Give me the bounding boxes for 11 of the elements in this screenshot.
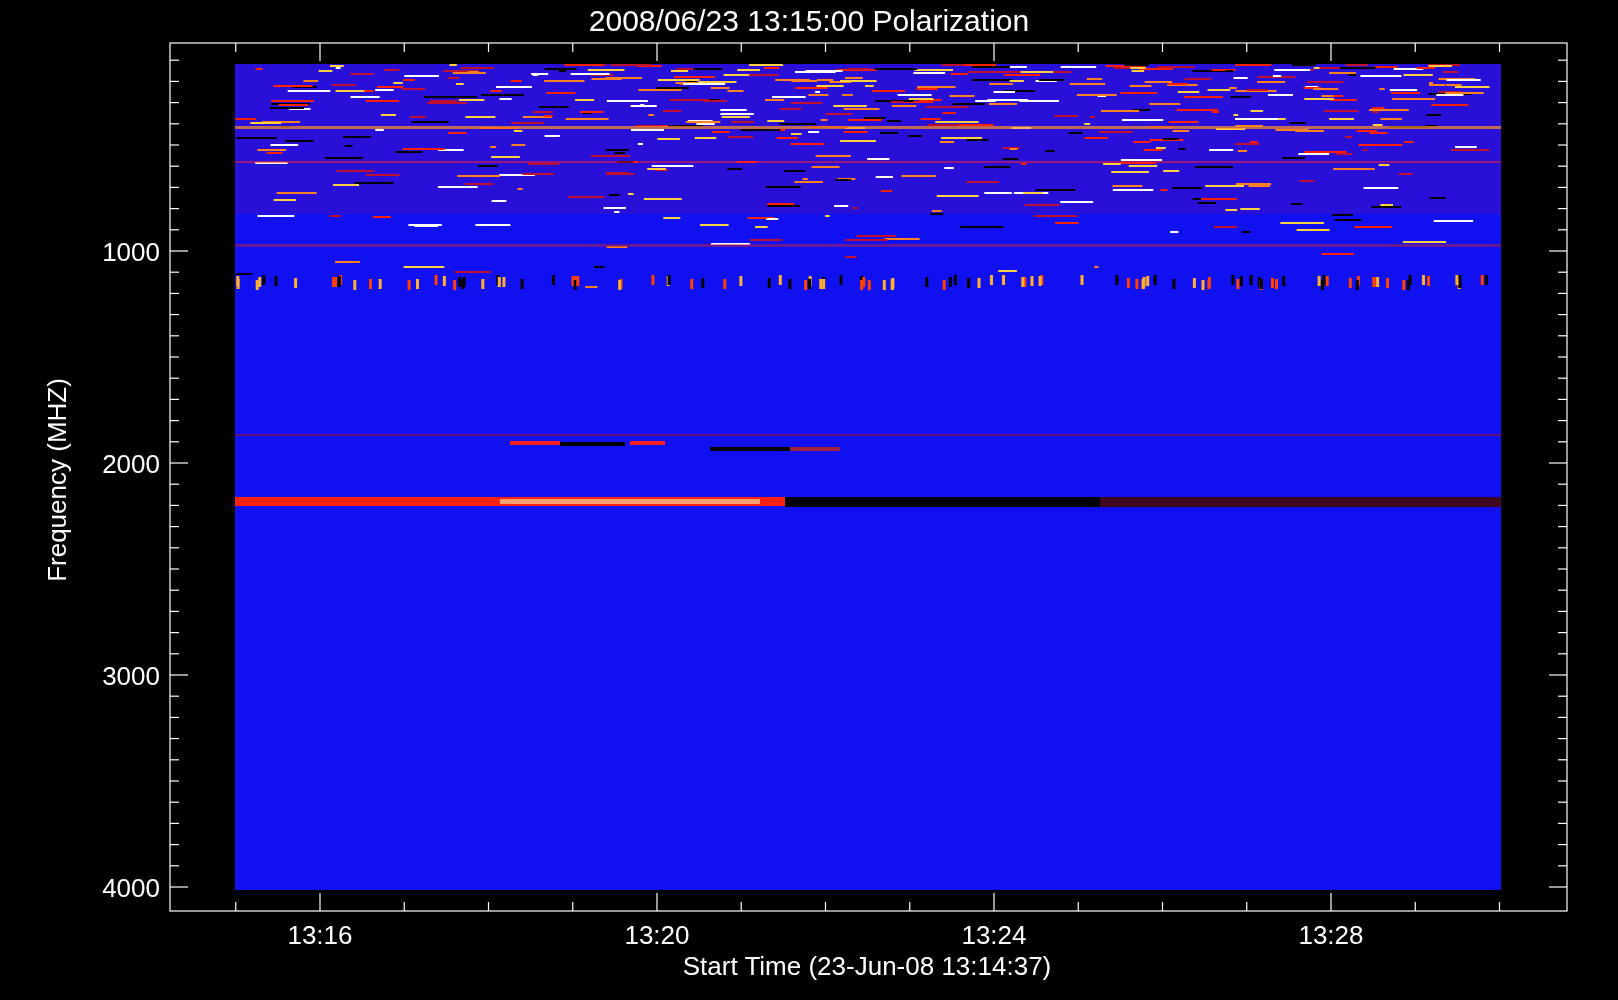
tick-label: 1000 — [102, 237, 160, 267]
tick-label: 13:16 — [287, 920, 353, 950]
axis-title: Frequency (MHZ) — [42, 378, 72, 582]
tick-label: 13:24 — [961, 920, 1027, 950]
tick-label: 4000 — [102, 873, 160, 903]
tick-label: 13:28 — [1298, 920, 1364, 950]
tick-label: 13:20 — [624, 920, 690, 950]
axis-title: Start Time (23-Jun-08 13:14:37) — [682, 951, 1052, 981]
plot-title: 2008/06/23 13:15:00 Polarization — [588, 4, 1030, 37]
tick-label: 3000 — [102, 661, 160, 691]
tick-label: 2000 — [102, 449, 160, 479]
